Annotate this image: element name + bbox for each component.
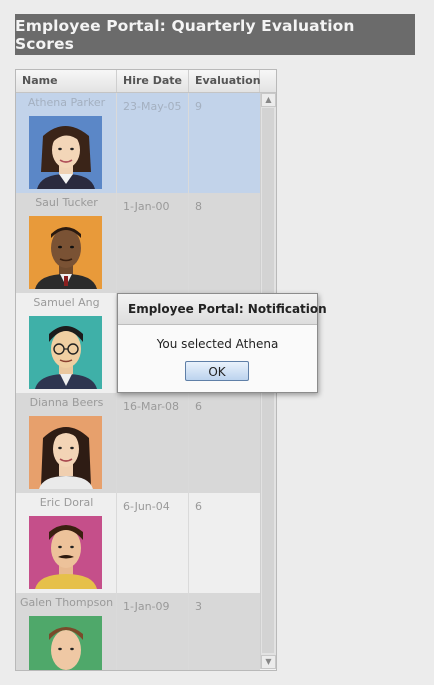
dialog-message: You selected Athena <box>156 337 279 351</box>
table-row[interactable]: Athena Parker 23-May-05 9 <box>16 93 260 193</box>
hire-date-cell: 6-Jun-04 <box>117 493 189 593</box>
employee-name: Athena Parker <box>27 96 106 109</box>
grid-header: Name Hire Date Evaluation <box>16 70 276 93</box>
employee-portrait <box>29 116 102 189</box>
hire-date-cell: 1-Jan-00 <box>117 193 189 293</box>
employee-portrait <box>29 516 102 589</box>
table-row[interactable]: Dianna Beers 16-Mar-08 6 <box>16 393 260 493</box>
arrow-up-icon[interactable]: ▲ <box>261 93 276 107</box>
table-row[interactable]: Galen Thompson 1-Jan-09 3 <box>16 593 260 670</box>
evaluation-cell: 9 <box>195 100 202 113</box>
evaluation-cell: 8 <box>195 200 202 213</box>
employee-name: Saul Tucker <box>35 196 98 209</box>
evaluation-cell: 6 <box>195 400 202 413</box>
hire-date-cell: 23-May-05 <box>117 93 189 193</box>
page-title: Employee Portal: Quarterly Evaluation Sc… <box>15 14 415 55</box>
evaluation-cell: 3 <box>195 600 202 613</box>
hire-date-cell: 1-Jan-09 <box>117 593 189 670</box>
column-header-hire-date[interactable]: Hire Date <box>117 70 189 92</box>
column-header-name[interactable]: Name <box>16 70 117 92</box>
employee-portrait <box>29 616 102 670</box>
dialog-title: Employee Portal: Notification <box>118 294 327 325</box>
ok-button[interactable]: OK <box>185 361 249 381</box>
column-header-evaluation[interactable]: Evaluation <box>189 70 261 92</box>
arrow-down-icon[interactable]: ▼ <box>261 655 276 669</box>
table-row[interactable]: Saul Tucker 1-Jan-00 8 <box>16 193 260 293</box>
employee-name: Galen Thompson <box>19 596 114 609</box>
employee-portrait <box>29 316 102 389</box>
employee-portrait <box>29 216 102 289</box>
employee-name: Samuel Ang <box>33 296 100 309</box>
hire-date-cell: 16-Mar-08 <box>117 393 189 493</box>
employee-name: Eric Doral <box>39 496 94 509</box>
table-row[interactable]: Eric Doral 6-Jun-04 6 <box>16 493 260 593</box>
notification-dialog: Employee Portal: Notification You select… <box>117 293 327 393</box>
employee-name: Dianna Beers <box>29 396 104 409</box>
employee-portrait <box>29 416 102 489</box>
evaluation-cell: 6 <box>195 500 202 513</box>
